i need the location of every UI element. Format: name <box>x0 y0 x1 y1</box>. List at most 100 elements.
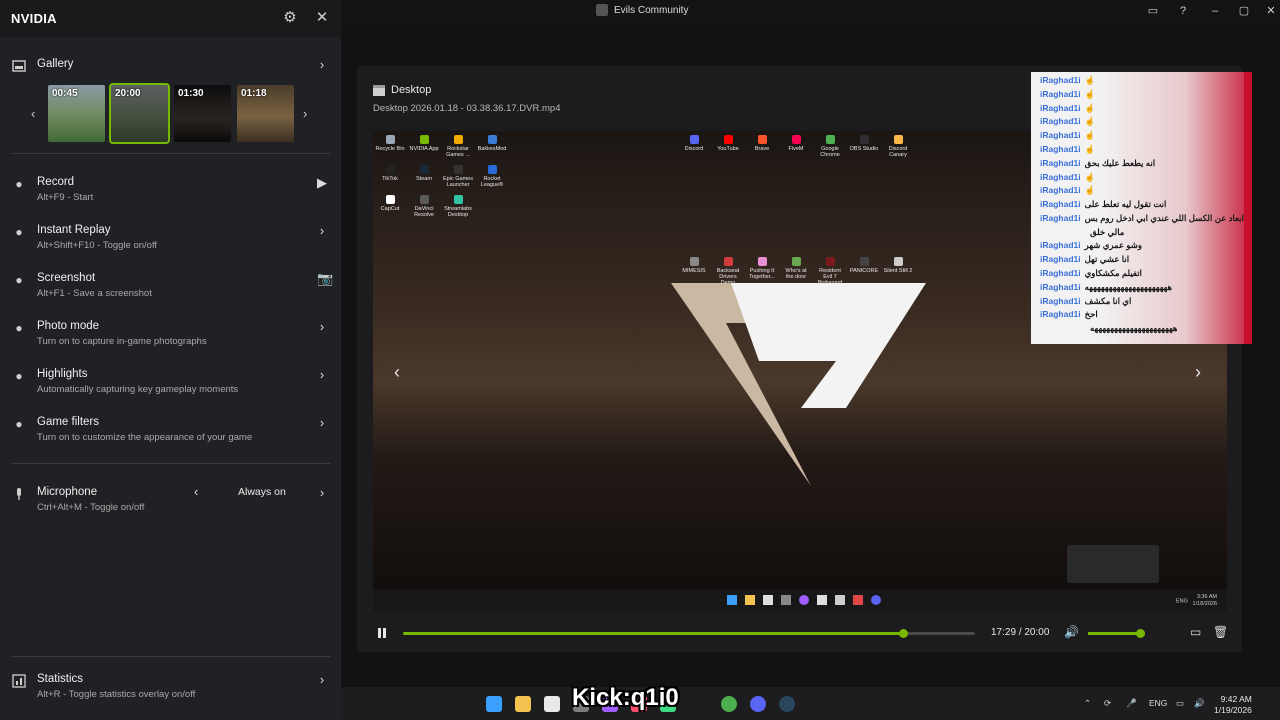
chevron-right-icon[interactable]: › <box>317 223 327 238</box>
close-icon[interactable]: ✕ <box>314 10 330 26</box>
desktop-icon: CapCut <box>375 195 405 212</box>
tray-clock[interactable]: 9:42 AM 1/19/2026 <box>1214 694 1252 716</box>
panel-item-screenshot[interactable]: ● Screenshot Alt+F1 - Save a screenshot 📷 <box>0 270 341 310</box>
gallery-thumbnail[interactable]: 01:30 <box>174 85 231 142</box>
gear-icon[interactable]: ⚙ <box>282 10 298 26</box>
highlights-icon: ● <box>15 369 23 383</box>
next-arrow-icon[interactable]: › <box>1195 362 1201 383</box>
statistics-shortcut: Alt+R - Toggle statistics overlay on/off <box>37 689 196 700</box>
panel-item-instant-replay[interactable]: ● Instant Replay Alt+Shift+F10 - Toggle on… <box>0 222 341 262</box>
network-icon[interactable]: ▭ <box>1176 698 1184 709</box>
desktop-icon-label: MIMESIS <box>682 268 706 274</box>
desktop-icon: FiveM <box>781 135 811 152</box>
taskbar-discord-icon[interactable] <box>750 696 766 712</box>
taskbar-file-explorer-icon[interactable] <box>515 696 531 712</box>
preview-taskbar-apps <box>727 595 881 605</box>
gallery-strip: ‹ 00:45 20:00 01:30 01:18 › <box>0 83 341 144</box>
microphone-row[interactable]: Microphone Ctrl+Alt+M - Toggle on/off ‹ … <box>0 484 341 524</box>
preview-tray: ENG 3:36 AM 1/18/2026 <box>1176 594 1217 608</box>
statistics-label: Statistics <box>37 673 84 685</box>
maximize-button[interactable]: ▢ <box>1236 3 1252 19</box>
desktop-icon: PANICORE <box>849 257 879 274</box>
taskbar-start-icon[interactable] <box>486 696 502 712</box>
tray-language[interactable]: ENG <box>1149 698 1167 708</box>
chat-username: iRaghad1i <box>1040 254 1081 265</box>
microphone-mode-value: Always on <box>238 486 286 498</box>
taskbar-store-icon[interactable] <box>544 696 560 712</box>
app-icon <box>596 4 608 16</box>
chat-message: iRaghad1i وشو عمري شهر <box>1040 240 1142 251</box>
folder-icon[interactable]: ▭ <box>1190 625 1201 639</box>
preview-taskbar: ENG 3:36 AM 1/18/2026 <box>373 589 1227 611</box>
taskbar-steam-icon[interactable] <box>779 696 795 712</box>
desktop-icon-label: Rockstar Games ... <box>446 146 470 158</box>
camera-icon[interactable]: 📷 <box>317 271 333 287</box>
panel-item-record[interactable]: ● Record Alt+F9 - Start ▶ <box>0 174 341 214</box>
chat-text: احخ <box>1084 309 1098 320</box>
statistics-row[interactable]: Statistics Alt+R - Toggle statistics ove… <box>0 671 341 711</box>
gallery-thumbnail-selected[interactable]: 20:00 <box>109 83 170 144</box>
desktop-icon: Pushing It Together... <box>747 257 777 280</box>
taskbar-chrome-icon[interactable] <box>721 696 737 712</box>
panel-item-game-filters[interactable]: ● Game filters Turn on to customize the ap… <box>0 414 341 454</box>
chevron-right-icon[interactable]: › <box>317 367 327 382</box>
mic-next-option-icon[interactable]: › <box>317 485 327 500</box>
community-logo <box>671 283 926 486</box>
desktop-icon-label: Pushing It Together... <box>749 268 775 280</box>
volume-slider[interactable] <box>1088 629 1146 638</box>
pause-button[interactable] <box>376 627 388 639</box>
window-title-bar: Evils Community ▭ ? – ▢ ✕ <box>341 0 1280 22</box>
desktop-icon-label: Streamlabs Desktop <box>444 206 472 218</box>
chat-username: iRaghad1i <box>1040 267 1081 278</box>
desktop-app-icon <box>487 135 497 144</box>
panel-item-photo-mode[interactable]: ● Photo mode Turn on to capture in-game ph… <box>0 318 341 358</box>
gallery-thumbnail[interactable]: 00:45 <box>48 85 105 142</box>
preview-tray-lang: ENG <box>1176 598 1188 605</box>
chat-username: iRaghad1i <box>1040 157 1081 168</box>
desktop-icon-label: Brave <box>754 146 770 152</box>
desktop-app-icon <box>453 195 463 204</box>
previous-arrow-icon[interactable]: ‹ <box>394 362 400 383</box>
item-label: Instant Replay <box>37 224 111 236</box>
tray-chevron-icon[interactable]: ⌃ <box>1084 698 1091 709</box>
sync-icon[interactable]: ⟳ <box>1104 698 1111 709</box>
desktop-icon-label: BakkesMod <box>477 146 507 152</box>
playback-scrubber[interactable] <box>403 629 975 638</box>
microphone-tray-icon[interactable]: 🎤 <box>1126 698 1137 709</box>
chat-message: iRaghad1i ☝ <box>1040 172 1095 183</box>
play-icon[interactable]: ▶ <box>317 175 327 191</box>
volume-tray-icon[interactable]: 🔊 <box>1194 698 1205 709</box>
panel-item-highlights[interactable]: ● Highlights Automatically capturing key g… <box>0 366 341 406</box>
desktop-app-icon <box>757 257 767 266</box>
gallery-prev-icon[interactable]: ‹ <box>31 106 35 121</box>
desktop-app-icon <box>385 165 395 174</box>
chat-username: iRaghad1i <box>1040 88 1081 99</box>
desktop-app-icon <box>859 135 869 144</box>
chat-text: هههههههههههههههههههههه <box>1084 281 1173 292</box>
desktop-app-icon <box>825 135 835 144</box>
gallery-thumbnail[interactable]: 01:18 <box>237 85 294 142</box>
gallery-next-icon[interactable]: › <box>303 106 307 121</box>
tray-time: 9:42 AM <box>1220 694 1252 704</box>
panel-header: NVIDIA ⚙ ✕ <box>0 0 341 37</box>
minimize-button[interactable]: – <box>1207 3 1223 19</box>
chevron-right-icon[interactable]: › <box>317 415 327 430</box>
chat-message: iRaghad1i ☝ <box>1040 130 1095 141</box>
chat-message: iRaghad1i هههههههههههههههههههههه <box>1040 282 1172 293</box>
divider <box>11 153 330 154</box>
preview-folder-icon <box>745 595 755 605</box>
desktop-icon-label: Discord Canary <box>888 146 908 158</box>
delete-icon[interactable]: 🗑 <box>1213 625 1228 639</box>
close-window-button[interactable]: ✕ <box>1263 3 1279 19</box>
mic-prev-option-icon[interactable]: ‹ <box>194 484 198 499</box>
volume-icon[interactable]: 🔊 <box>1064 625 1079 639</box>
desktop-icon-label: Epic Games Launcher <box>443 176 473 188</box>
chat-text: انا عشي تهل <box>1084 254 1130 265</box>
microphone-label: Microphone <box>37 486 98 498</box>
screen-share-icon[interactable]: ▭ <box>1145 3 1161 19</box>
playback-knob[interactable] <box>898 629 908 638</box>
chat-text: انت تقول ليه تعلط على <box>1084 199 1167 210</box>
help-icon[interactable]: ? <box>1175 3 1191 19</box>
desktop-icon-label: Silent Still 2 <box>883 268 913 274</box>
chevron-right-icon[interactable]: › <box>317 319 327 334</box>
